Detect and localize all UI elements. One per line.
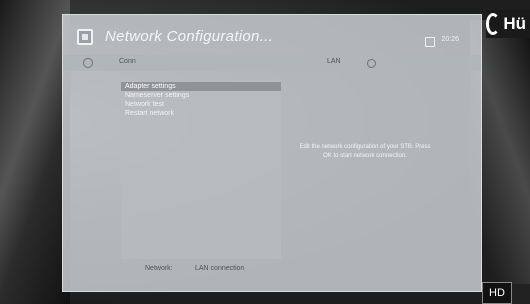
menu-item-adapter-settings[interactable]: Adapter settings [121,82,281,91]
status-right-label: LAN [327,58,341,65]
channel-logo: Hü [486,10,530,38]
hd-badge: HD [482,282,512,304]
page-title: Network Configuration... [105,28,274,45]
clock-icon [425,37,435,47]
footer-network-label: Network: [145,265,173,272]
menu-item-network-test[interactable]: Network test [121,100,281,109]
status-row: Conn LAN [63,55,481,71]
panel-header: Network Configuration... 20:26 [63,15,481,53]
status-indicator-icon [83,58,93,68]
help-text: Edit the network configuration of your S… [299,144,431,159]
menu-item-nameserver-settings[interactable]: Nameserver settings [121,91,281,100]
clock-time: 20:26 [441,36,459,43]
footer-network-value: LAN connection [195,265,245,272]
status-label: Conn [119,58,136,65]
network-menu: Adapter settings Nameserver settings Net… [121,81,281,259]
hd-badge-block [512,284,530,304]
settings-screen-icon [77,29,93,45]
channel-logo-text: Hü [503,14,526,33]
menu-item-restart-network[interactable]: Restart network [121,109,281,118]
network-configuration-panel: Network Configuration... 20:26 Conn LAN … [62,14,482,292]
background-left-shape [0,0,70,304]
channel-swirl-icon [486,13,501,35]
lan-indicator-icon [367,59,376,68]
